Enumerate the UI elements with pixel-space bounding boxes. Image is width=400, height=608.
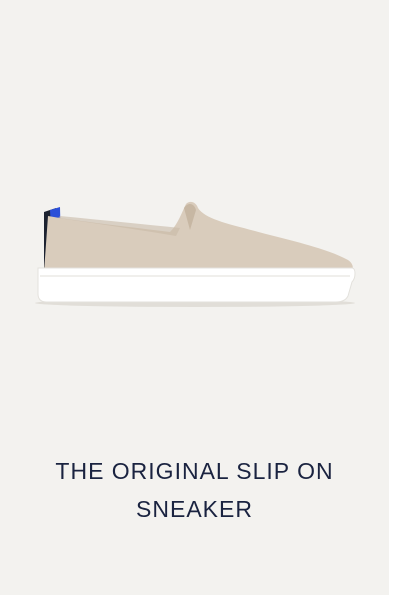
product-card[interactable]: THE ORIGINAL SLIP ON SNEAKER <box>0 0 389 595</box>
shoe-sole <box>37 267 356 303</box>
card-gutter <box>389 0 400 608</box>
slip-on-sneaker-image[interactable] <box>30 190 360 315</box>
shoe-upper <box>44 201 353 272</box>
product-title[interactable]: THE ORIGINAL SLIP ON SNEAKER <box>0 452 389 528</box>
